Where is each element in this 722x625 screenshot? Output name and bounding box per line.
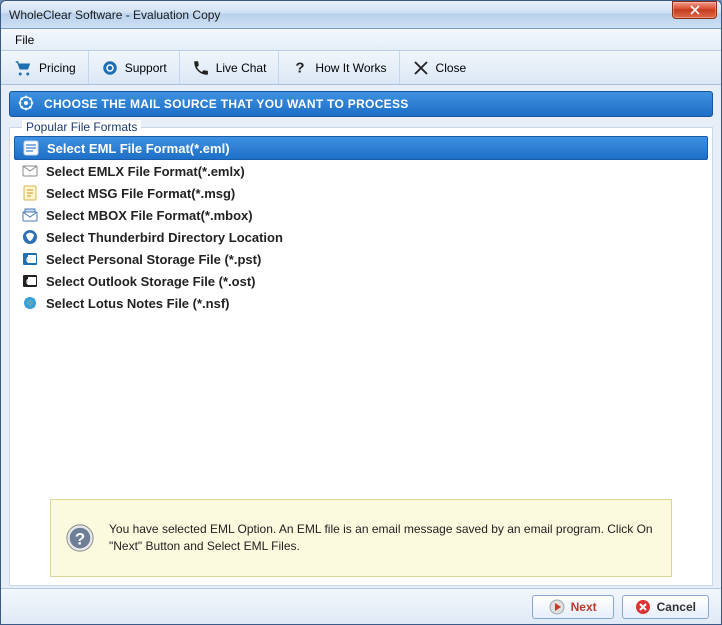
thunderbird-icon: [22, 229, 38, 245]
groupbox-label: Popular File Formats: [22, 120, 141, 134]
app-window: WholeClear Software - Evaluation Copy Fi…: [0, 0, 722, 625]
info-text: You have selected EML Option. An EML fil…: [109, 521, 657, 555]
option-emlx[interactable]: Select EMLX File Format(*.emlx): [14, 160, 708, 182]
outlook-ost-icon: O: [22, 273, 38, 289]
svg-text:?: ?: [296, 59, 305, 76]
content-area: Popular File Formats Select EML File For…: [9, 127, 713, 586]
file-eml-icon: [23, 140, 39, 156]
option-msg[interactable]: Select MSG File Format(*.msg): [14, 182, 708, 204]
toolbar-support[interactable]: Support: [89, 51, 180, 84]
file-msg-icon: [22, 185, 38, 201]
option-label: Select EMLX File Format(*.emlx): [46, 164, 245, 179]
svg-text:O: O: [26, 277, 33, 287]
scissors-icon: [412, 59, 430, 77]
gear-icon: [18, 95, 34, 114]
section-heading-text: CHOOSE THE MAIL SOURCE THAT YOU WANT TO …: [44, 97, 409, 111]
format-options-list: Select EML File Format(*.eml) Select EML…: [10, 136, 712, 314]
lotus-nsf-icon: [22, 295, 38, 311]
toolbar: Pricing Support Live Chat ? How It Works…: [1, 51, 721, 85]
outlook-pst-icon: O: [22, 251, 38, 267]
cart-icon: [15, 59, 33, 77]
option-label: Select MBOX File Format(*.mbox): [46, 208, 253, 223]
play-circle-icon: [549, 599, 565, 615]
menu-file[interactable]: File: [7, 31, 42, 49]
question-circle-icon: ?: [65, 523, 95, 553]
menubar: File: [1, 29, 721, 51]
toolbar-pricing[interactable]: Pricing: [3, 51, 89, 84]
cancel-button-label: Cancel: [657, 600, 696, 614]
toolbar-howitworks[interactable]: ? How It Works: [279, 51, 399, 84]
option-label: Select Lotus Notes File (*.nsf): [46, 296, 229, 311]
section-heading: CHOOSE THE MAIL SOURCE THAT YOU WANT TO …: [9, 91, 713, 117]
headset-icon: [101, 59, 119, 77]
window-close-button[interactable]: [672, 1, 717, 19]
toolbar-howitworks-label: How It Works: [315, 61, 386, 75]
option-label: Select MSG File Format(*.msg): [46, 186, 235, 201]
window-title: WholeClear Software - Evaluation Copy: [9, 8, 672, 22]
envelope-icon: [22, 163, 38, 179]
info-panel: ? You have selected EML Option. An EML f…: [50, 499, 672, 577]
toolbar-close[interactable]: Close: [400, 51, 479, 84]
svg-text:?: ?: [75, 530, 85, 549]
cancel-circle-icon: [635, 599, 651, 615]
option-nsf[interactable]: Select Lotus Notes File (*.nsf): [14, 292, 708, 314]
cancel-button[interactable]: Cancel: [622, 595, 709, 619]
option-label: Select Personal Storage File (*.pst): [46, 252, 261, 267]
option-label: Select EML File Format(*.eml): [47, 141, 230, 156]
next-button[interactable]: Next: [532, 595, 614, 619]
question-icon: ?: [291, 59, 309, 77]
close-icon: [690, 5, 700, 15]
toolbar-close-label: Close: [436, 61, 467, 75]
option-label: Select Outlook Storage File (*.ost): [46, 274, 255, 289]
toolbar-livechat-label: Live Chat: [216, 61, 267, 75]
envelope-stack-icon: [22, 207, 38, 223]
option-thunderbird[interactable]: Select Thunderbird Directory Location: [14, 226, 708, 248]
svg-text:O: O: [26, 255, 33, 265]
option-ost[interactable]: O Select Outlook Storage File (*.ost): [14, 270, 708, 292]
titlebar: WholeClear Software - Evaluation Copy: [1, 1, 721, 29]
option-mbox[interactable]: Select MBOX File Format(*.mbox): [14, 204, 708, 226]
next-button-label: Next: [571, 600, 597, 614]
phone-icon: [192, 59, 210, 77]
toolbar-livechat[interactable]: Live Chat: [180, 51, 280, 84]
toolbar-pricing-label: Pricing: [39, 61, 76, 75]
option-label: Select Thunderbird Directory Location: [46, 230, 283, 245]
option-eml[interactable]: Select EML File Format(*.eml): [14, 136, 708, 160]
footer: Next Cancel: [1, 588, 721, 624]
option-pst[interactable]: O Select Personal Storage File (*.pst): [14, 248, 708, 270]
toolbar-support-label: Support: [125, 61, 167, 75]
